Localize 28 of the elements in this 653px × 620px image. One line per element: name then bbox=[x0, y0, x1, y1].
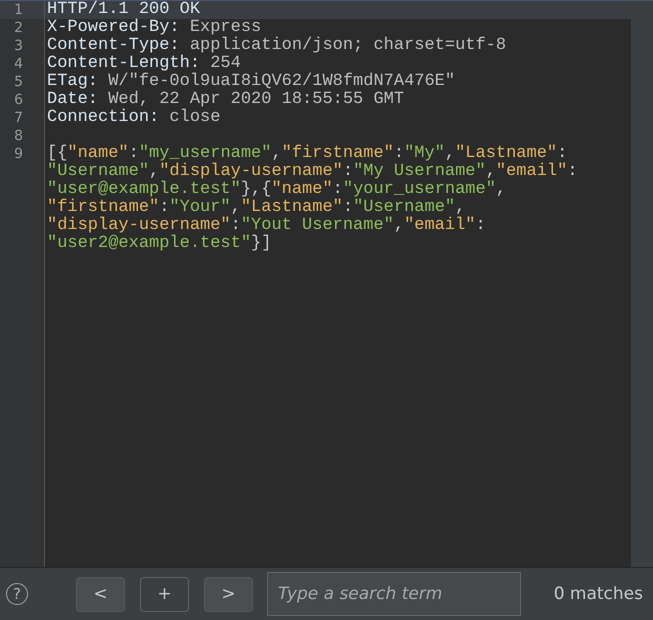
line-number: 3 bbox=[14, 38, 23, 54]
code-line: ETag: W/"fe-0ol9uaI8iQV62/1W8fmdN7A476E" bbox=[47, 72, 456, 91]
search-field[interactable]: Type a search term bbox=[267, 572, 521, 616]
code-line: "firstname":"Your","Lastname":"Username", bbox=[47, 198, 466, 217]
code-line: Content-Type: application/json; charset=utf-8 bbox=[47, 36, 506, 55]
line-number: 4 bbox=[14, 56, 23, 72]
line-number: 5 bbox=[14, 74, 23, 90]
code-line: "user@example.test"},{"name":"your_username", bbox=[47, 180, 506, 199]
code-line: Content-Length: 254 bbox=[47, 54, 241, 73]
code-line: Connection: close bbox=[47, 108, 220, 127]
line-number: 9 bbox=[14, 146, 23, 162]
line-number: 7 bbox=[14, 110, 23, 126]
line-number: 6 bbox=[14, 92, 23, 108]
search-nav-button[interactable]: > bbox=[204, 576, 253, 612]
code-line: "display-username":"Yout Username","email": bbox=[47, 216, 486, 235]
search-nav-button[interactable]: < bbox=[76, 576, 125, 612]
help-button[interactable]: ? bbox=[6, 583, 28, 605]
line-number: 1 bbox=[14, 2, 23, 18]
code-line: Date: Wed, 22 Apr 2020 18:55:55 GMT bbox=[47, 90, 404, 109]
code-line: "user2@example.test"}] bbox=[47, 234, 272, 253]
match-count: 0 matches bbox=[554, 584, 643, 604]
code-line: "Username","display-username":"My Username","email": bbox=[47, 162, 578, 181]
line-number: 8 bbox=[14, 128, 23, 144]
code-line: [{"name":"my_username","firstname":"My","Lastname": bbox=[47, 144, 568, 163]
search-nav-button[interactable]: + bbox=[140, 576, 189, 612]
code-line: HTTP/1.1 200 OK bbox=[47, 0, 200, 19]
code-line: X-Powered-By: Express bbox=[47, 18, 262, 37]
line-number: 2 bbox=[14, 20, 23, 36]
